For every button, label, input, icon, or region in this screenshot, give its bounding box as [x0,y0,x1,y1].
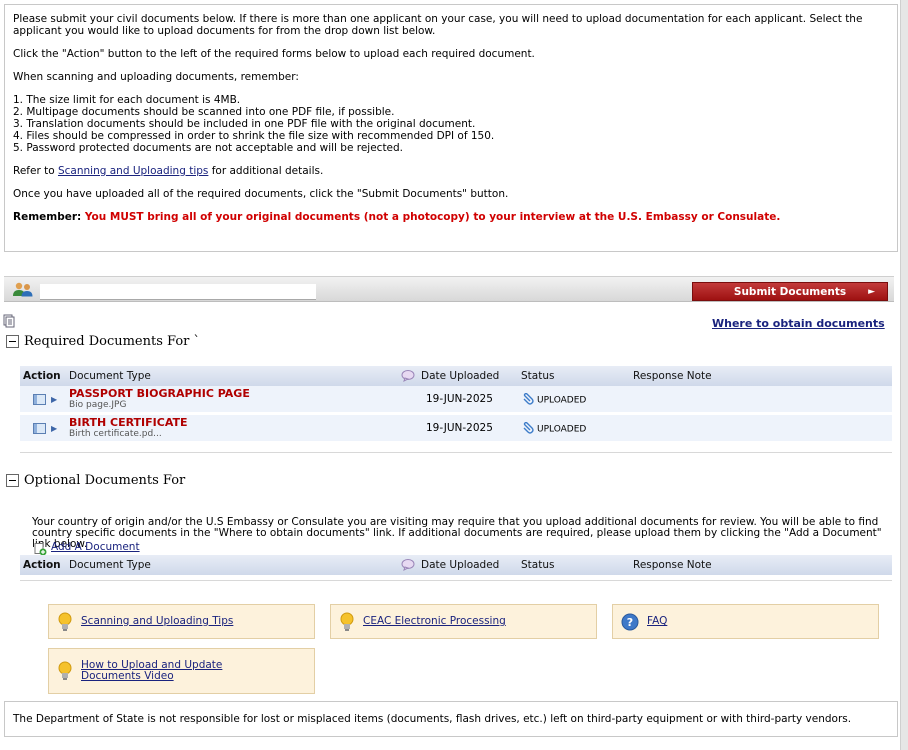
paperclip-status-icon [523,421,534,434]
remember-label: Remember: [13,211,82,223]
add-document-link[interactable]: Add A Document [51,541,140,553]
collapse-toggle-icon[interactable] [6,335,19,348]
optional-documents-description: Your country of origin and/or the U.S Em… [32,516,882,550]
document-title: PASSPORT BIOGRAPHIC PAGE [69,387,250,400]
document-filename: Birth certificate.pd... [69,429,162,439]
action-cell[interactable]: ▶ [20,415,66,441]
scanning-tips-box[interactable]: Scanning and Uploading Tips [48,604,315,639]
faq-link[interactable]: FAQ [647,616,667,627]
status-cell: UPLOADED [518,415,630,441]
ceac-processing-box[interactable]: CEAC Electronic Processing [330,604,597,639]
table-header-row: Action Document Type Date Uploaded Statu… [20,366,892,386]
faq-box[interactable]: ? FAQ [612,604,879,639]
table-row: ▶ PASSPORT BIOGRAPHIC PAGE Bio page.JPG … [20,386,892,412]
svg-text:?: ? [627,616,633,629]
disclaimer-footer: The Department of State is not responsib… [4,701,898,737]
col-response-note: Response Note [630,366,892,386]
col-date-uploaded: Date Uploaded [398,366,518,386]
submit-instruction: Once you have uploaded all of the requir… [13,188,509,200]
date-uploaded-label: Date Uploaded [421,370,500,382]
rules-list: 1. The size limit for each document is 4… [13,94,889,154]
where-to-obtain-documents-link[interactable]: Where to obtain documents [712,317,885,330]
refer-prefix: Refer to [13,165,58,177]
applicant-select[interactable] [40,284,316,300]
lightbulb-icon [58,612,72,631]
col-document-type: Document Type [66,555,398,575]
remember-notice: Remember: You MUST bring all of your ori… [13,211,889,223]
document-type-cell: BIRTH CERTIFICATE Birth certificate.pd..… [66,415,398,441]
lightbulb-icon [58,661,72,680]
date-uploaded-cell: 19-JUN-2025 [398,386,518,412]
instructions-panel: Please submit your civil documents below… [4,4,898,252]
table-row: ▶ BIRTH CERTIFICATE Birth certificate.pd… [20,415,892,441]
upload-video-box[interactable]: How to Upload and Update Documents Video [48,648,315,694]
status-text: UPLOADED [537,424,587,434]
col-action: Action [20,555,66,575]
intro-paragraph: Please submit your civil documents below… [13,13,863,37]
submit-documents-button[interactable]: Submit Documents ► [692,282,888,301]
document-icon[interactable] [3,314,15,328]
rule-item: 3. Translation documents should be inclu… [13,118,476,130]
refer-paragraph: Refer to Scanning and Uploading tips for… [13,165,889,177]
remember-text: You MUST bring all of your original docu… [81,211,781,223]
required-documents-table: Action Document Type Date Uploaded Statu… [20,366,892,441]
lightbulb-icon [340,612,354,631]
add-document-link-row[interactable]: Add A Document [34,537,140,556]
collapse-toggle-icon[interactable] [6,474,19,487]
col-action: Action [20,366,66,386]
optional-documents-title: Optional Documents For [24,473,186,488]
table-header-row: Action Document Type Date Uploaded Statu… [20,555,892,575]
date-uploaded-label: Date Uploaded [421,559,500,571]
scanning-uploading-tips-link[interactable]: Scanning and Uploading Tips [81,616,233,627]
date-uploaded-cell: 19-JUN-2025 [398,415,518,441]
status-cell: UPLOADED [518,386,630,412]
arrow-right-icon: ► [868,287,875,297]
optional-documents-table: Action Document Type Date Uploaded Statu… [20,555,892,575]
required-documents-header: Required Documents For ` [6,334,200,349]
action-cell[interactable]: ▶ [20,386,66,412]
expand-arrow-icon[interactable]: ▶ [51,395,57,404]
action-menu-icon[interactable] [33,393,46,405]
col-response-note: Response Note [630,555,892,575]
action-menu-icon[interactable] [33,422,46,434]
scanning-tips-link[interactable]: Scanning and Uploading tips [58,165,208,177]
rule-item: 2. Multipage documents should be scanned… [13,106,395,118]
expand-arrow-icon[interactable]: ▶ [51,424,57,433]
action-instruction: Click the "Action" button to the left of… [13,48,535,60]
question-icon: ? [621,613,639,630]
rule-item: 4. Files should be compressed in order t… [13,130,495,142]
scanning-reminder: When scanning and uploading documents, r… [13,71,299,83]
comment-icon [401,559,415,571]
document-title: BIRTH CERTIFICATE [69,416,188,429]
paperclip-status-icon [523,392,534,405]
col-status: Status [518,555,630,575]
col-document-type: Document Type [66,366,398,386]
response-note-cell [630,415,892,441]
rule-item: 1. The size limit for each document is 4… [13,94,241,106]
ceac-electronic-processing-link[interactable]: CEAC Electronic Processing [363,616,506,627]
divider [20,452,892,453]
optional-documents-header: Optional Documents For [6,473,185,488]
submit-documents-label: Submit Documents [733,286,847,298]
comment-icon [401,370,415,382]
page-scrollbar[interactable] [900,0,908,750]
required-documents-title: Required Documents For ` [24,334,201,349]
status-text: UPLOADED [537,395,587,405]
people-icon [13,282,33,297]
document-type-cell: PASSPORT BIOGRAPHIC PAGE Bio page.JPG [66,386,398,412]
col-status: Status [518,366,630,386]
applicant-bar: Submit Documents ► [4,276,894,302]
refer-suffix: for additional details. [208,165,324,177]
upload-update-video-link[interactable]: How to Upload and Update Documents Video [81,660,271,682]
rule-item: 5. Password protected documents are not … [13,142,404,154]
col-date-uploaded: Date Uploaded [398,555,518,575]
divider [20,580,892,581]
document-filename: Bio page.JPG [69,400,127,410]
response-note-cell [630,386,892,412]
